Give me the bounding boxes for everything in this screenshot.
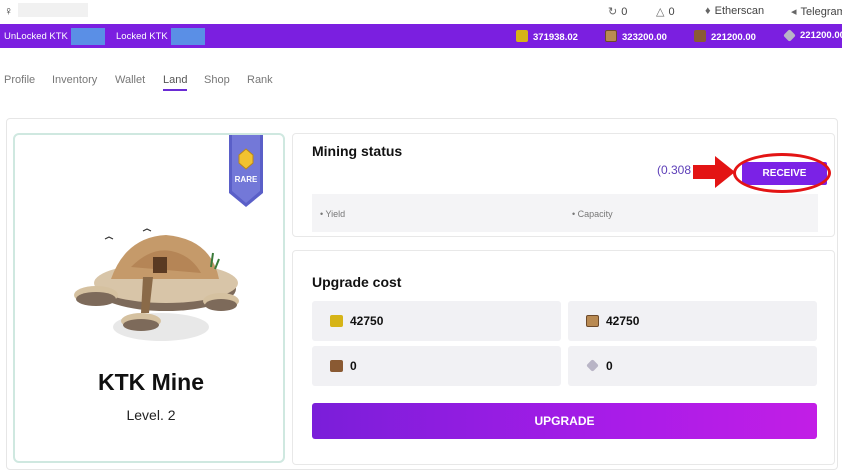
tab-inventory[interactable]: Inventory — [52, 74, 97, 89]
telegram-link[interactable]: ◂ Telegram — [791, 5, 842, 18]
gem-icon — [783, 29, 796, 42]
land-card: RARE KTK Mine Level. 2 — [13, 133, 285, 463]
sync-count: 0 — [621, 6, 628, 18]
balance-gem: 221200.00 — [783, 29, 842, 42]
balance-crate: 221200.00 — [694, 30, 756, 43]
telegram-label: Telegram — [800, 6, 842, 18]
corn-icon — [330, 315, 343, 327]
notification-counter[interactable]: △ 0 — [656, 5, 675, 18]
sync-counter[interactable]: ↻ 0 — [608, 5, 627, 18]
mining-status-title: Mining status — [312, 143, 403, 159]
balance-crate-value: 221200.00 — [711, 32, 756, 43]
tab-land[interactable]: Land — [163, 74, 188, 91]
locked-ktk-label: Locked KTK | — [116, 31, 173, 42]
crate-icon — [330, 360, 343, 372]
locked-ktk-redacted — [171, 28, 205, 45]
cost-crate: 0 — [312, 346, 561, 386]
tab-shop[interactable]: Shop — [204, 74, 230, 89]
balance-bar: UnLocked KTK | Locked KTK | 371938.02 32… — [0, 24, 842, 48]
land-level: Level. 2 — [126, 407, 176, 423]
top-bar: ♀ ↻ 0 △ 0 ♦ Etherscan ◂ Telegram — [0, 0, 842, 24]
land-illustration — [74, 228, 239, 341]
mining-stats: • Yield • Capacity — [312, 194, 818, 232]
rarity-label: RARE — [235, 175, 258, 184]
cost-crate-value: 0 — [350, 359, 357, 373]
annotation-arrow-icon — [693, 156, 735, 188]
unlocked-ktk-redacted — [71, 28, 105, 45]
upgrade-cost-title: Upgrade cost — [312, 274, 402, 290]
pending-yield: (0.308 — [657, 163, 692, 177]
scroll-icon — [586, 315, 599, 327]
etherscan-label: Etherscan — [714, 5, 765, 17]
cost-corn: 42750 — [312, 301, 561, 341]
cost-corn-value: 42750 — [350, 314, 384, 328]
upgrade-button[interactable]: UPGRADE — [312, 403, 817, 439]
user-icon[interactable]: ♀ — [4, 4, 13, 18]
tab-profile[interactable]: Profile — [4, 74, 35, 89]
cost-scroll-value: 42750 — [606, 314, 640, 328]
mining-status-panel: Mining status (0.308 RECEIVE • Yield • C… — [292, 133, 835, 237]
ethereum-icon: ♦ — [705, 5, 711, 17]
telegram-icon: ◂ — [791, 6, 797, 18]
balance-gem-value: 221200.00 — [800, 30, 842, 41]
rarity-ribbon: RARE — [229, 135, 263, 207]
bell-icon: △ — [656, 6, 665, 18]
cost-scroll: 42750 — [568, 301, 817, 341]
capacity-label: • Capacity — [572, 209, 613, 219]
crate-icon — [694, 30, 706, 42]
balance-corn-value: 371938.02 — [533, 32, 578, 43]
sync-icon: ↻ — [608, 6, 618, 18]
upgrade-cost-panel: Upgrade cost 42750 42750 0 0 UPGRADE — [292, 250, 835, 465]
corn-icon — [516, 30, 528, 42]
balance-corn: 371938.02 — [516, 30, 578, 43]
gem-icon — [586, 359, 599, 372]
tab-wallet[interactable]: Wallet — [115, 74, 145, 89]
etherscan-link[interactable]: ♦ Etherscan — [705, 5, 764, 17]
unlocked-ktk-label: UnLocked KTK | — [4, 31, 74, 42]
receive-button[interactable]: RECEIVE — [742, 162, 827, 185]
land-name: KTK Mine — [97, 369, 205, 395]
scroll-icon — [605, 30, 617, 42]
balance-scroll: 323200.00 — [605, 30, 667, 43]
cost-gem: 0 — [568, 346, 817, 386]
balance-scroll-value: 323200.00 — [622, 32, 667, 43]
tab-rank[interactable]: Rank — [247, 74, 273, 89]
notification-count: 0 — [668, 6, 675, 18]
cost-gem-value: 0 — [606, 359, 613, 373]
account-redacted — [18, 3, 88, 17]
yield-label: • Yield — [320, 209, 346, 219]
